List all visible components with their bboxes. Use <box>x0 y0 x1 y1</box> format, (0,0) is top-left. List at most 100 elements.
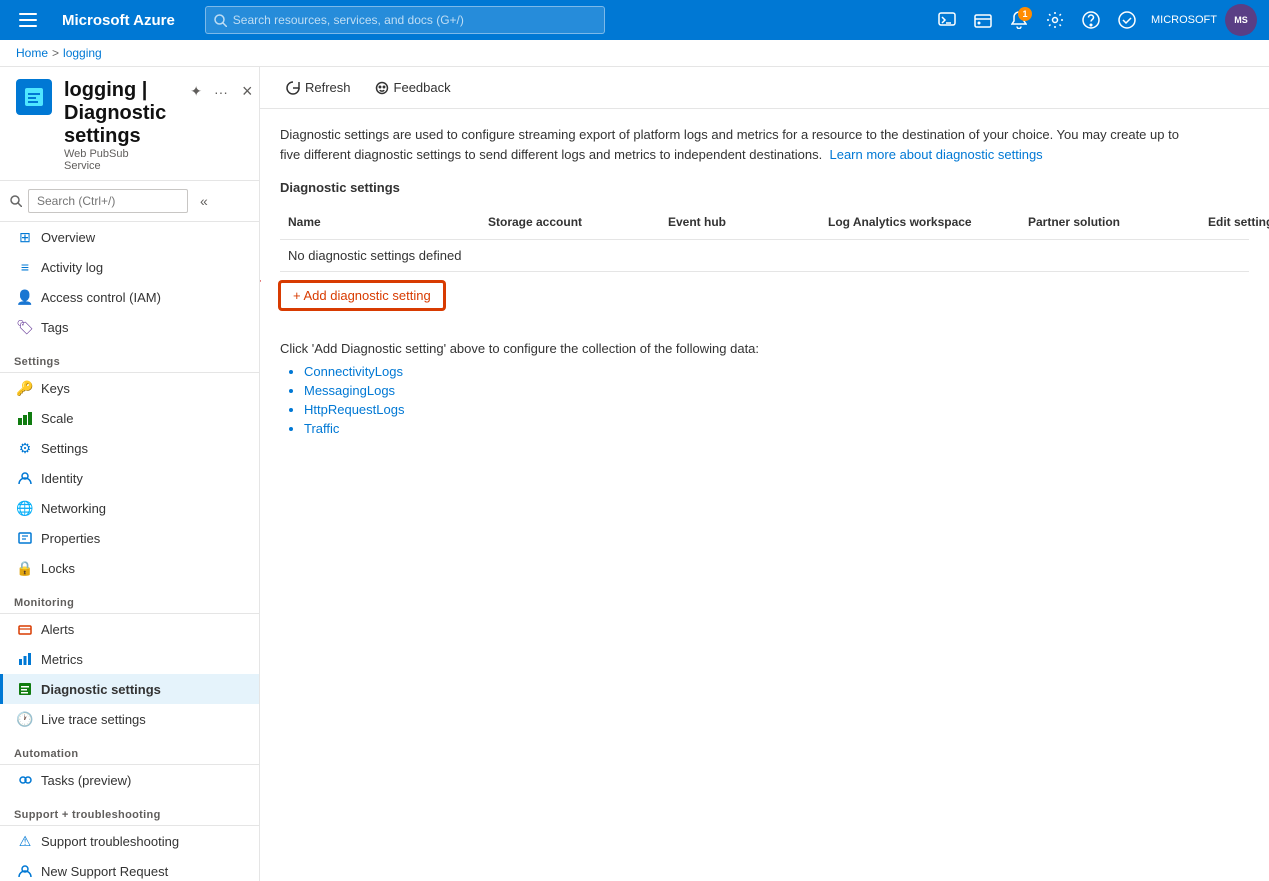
col-event-hub: Event hub <box>660 211 820 233</box>
add-diagnostic-button[interactable]: + Add diagnostic setting <box>280 282 444 309</box>
data-item-traffic: Traffic <box>304 421 1249 436</box>
sidebar-item-scale[interactable]: Scale <box>0 403 259 433</box>
sidebar-item-label: Tasks (preview) <box>41 773 131 788</box>
iam-icon: 👤 <box>17 289 33 305</box>
col-name: Name <box>280 211 480 233</box>
global-search[interactable]: Search resources, services, and docs (G+… <box>205 6 605 34</box>
keys-icon: 🔑 <box>17 380 33 396</box>
sidebar-item-label: Alerts <box>41 622 74 637</box>
sidebar-item-label: Metrics <box>41 652 83 667</box>
hamburger-menu-icon[interactable] <box>12 4 44 36</box>
search-placeholder: Search resources, services, and docs (G+… <box>233 13 464 27</box>
data-items-list: ConnectivityLogs MessagingLogs HttpReque… <box>304 364 1249 436</box>
sidebar-item-properties[interactable]: Properties <box>0 523 259 553</box>
sidebar-item-overview[interactable]: ⊞ Overview <box>0 222 259 252</box>
sidebar-item-label: Overview <box>41 230 95 245</box>
sidebar-search-input[interactable] <box>28 189 188 213</box>
table-header: Name Storage account Event hub Log Analy… <box>280 205 1249 240</box>
automation-section-header: Automation <box>0 738 259 765</box>
alerts-icon <box>17 621 33 637</box>
support-icon: ⚠ <box>17 833 33 849</box>
data-item-messaging: MessagingLogs <box>304 383 1249 398</box>
locks-icon: 🔒 <box>17 560 33 576</box>
sidebar-item-label: New Support Request <box>41 864 168 879</box>
refresh-button[interactable]: Refresh <box>276 75 361 100</box>
sidebar-item-alerts[interactable]: Alerts <box>0 614 259 644</box>
sidebar-item-metrics[interactable]: Metrics <box>0 644 259 674</box>
breadcrumb: Home > logging <box>0 40 1269 67</box>
sidebar: logging | Diagnostic settings Web PubSub… <box>0 67 260 881</box>
sidebar-item-label: Diagnostic settings <box>41 682 161 697</box>
sidebar-item-label: Networking <box>41 501 106 516</box>
top-navigation: Microsoft Azure Search resources, servic… <box>0 0 1269 40</box>
cloud-shell-icon[interactable] <box>931 4 963 36</box>
settings-section-header: Settings <box>0 346 259 373</box>
feedback-icon[interactable] <box>1111 4 1143 36</box>
sidebar-item-support-troubleshooting[interactable]: ⚠ Support troubleshooting <box>0 826 259 856</box>
no-data-row: No diagnostic settings defined <box>280 240 1249 272</box>
content-area: Refresh Feedback Diagnostic settings are… <box>260 67 1269 881</box>
sidebar-item-networking[interactable]: 🌐 Networking <box>0 493 259 523</box>
live-trace-icon: 🕐 <box>17 711 33 727</box>
learn-more-link[interactable]: Learn more about diagnostic settings <box>829 147 1042 162</box>
feedback-button[interactable]: Feedback <box>365 75 461 100</box>
breadcrumb-current[interactable]: logging <box>63 46 102 60</box>
new-support-icon <box>17 863 33 879</box>
sidebar-item-activity-log[interactable]: ≡ Activity log <box>0 252 259 282</box>
sidebar-item-label: Identity <box>41 471 83 486</box>
sidebar-item-label: Properties <box>41 531 100 546</box>
networking-icon: 🌐 <box>17 500 33 516</box>
settings-icon[interactable] <box>1039 4 1071 36</box>
sidebar-item-diagnostic-settings[interactable]: Diagnostic settings <box>0 674 259 704</box>
sidebar-item-label: Access control (IAM) <box>41 290 161 305</box>
close-button[interactable]: × <box>236 79 259 104</box>
sidebar-item-label: Live trace settings <box>41 712 146 727</box>
description-text: Diagnostic settings are used to configur… <box>280 125 1180 164</box>
sidebar-collapse-button[interactable]: « <box>194 191 214 211</box>
page-subtitle: Web PubSub Service <box>64 148 166 172</box>
activity-log-icon: ≡ <box>17 259 33 275</box>
sidebar-item-tasks[interactable]: Tasks (preview) <box>0 765 259 795</box>
support-section-header: Support + troubleshooting <box>0 799 259 826</box>
col-partner: Partner solution <box>1020 211 1200 233</box>
avatar[interactable]: MS <box>1225 4 1257 36</box>
directory-icon[interactable] <box>967 4 999 36</box>
section-title: Diagnostic settings <box>280 180 1249 195</box>
notifications-icon[interactable]: 1 <box>1003 4 1035 36</box>
content-body: Diagnostic settings are used to configur… <box>260 109 1269 881</box>
sidebar-item-tags[interactable]: 🏷 Tags <box>0 312 259 342</box>
resource-icon <box>16 79 52 115</box>
sidebar-item-label: Locks <box>41 561 75 576</box>
notification-count: 1 <box>1018 7 1032 21</box>
data-item-connectivity: ConnectivityLogs <box>304 364 1249 379</box>
data-item-httprequest: HttpRequestLogs <box>304 402 1249 417</box>
svg-text:MS: MS <box>1234 15 1248 25</box>
col-log-analytics: Log Analytics workspace <box>820 211 1020 233</box>
breadcrumb-home[interactable]: Home <box>16 46 48 60</box>
click-instruction: Click 'Add Diagnostic setting' above to … <box>280 341 1249 356</box>
sidebar-item-locks[interactable]: 🔒 Locks <box>0 553 259 583</box>
sidebar-search-container: « <box>0 181 259 222</box>
sidebar-item-settings[interactable]: ⚙ Settings <box>0 433 259 463</box>
col-storage: Storage account <box>480 211 660 233</box>
tags-icon: 🏷 <box>17 319 33 335</box>
sidebar-item-live-trace[interactable]: 🕐 Live trace settings <box>0 704 259 734</box>
col-edit: Edit setting <box>1200 211 1269 233</box>
sidebar-item-identity[interactable]: Identity <box>0 463 259 493</box>
page-header: logging | Diagnostic settings Web PubSub… <box>0 67 259 181</box>
sidebar-item-keys[interactable]: 🔑 Keys <box>0 373 259 403</box>
sidebar-item-label: Tags <box>41 320 68 335</box>
identity-icon <box>17 470 33 486</box>
sidebar-item-label: Activity log <box>41 260 103 275</box>
more-button[interactable]: ··· <box>210 82 232 102</box>
pin-button[interactable]: ✦ <box>186 81 206 102</box>
properties-icon <box>17 530 33 546</box>
sidebar-item-label: Keys <box>41 381 70 396</box>
sidebar-item-label: Support troubleshooting <box>41 834 179 849</box>
add-button-container: + Add diagnostic setting <box>280 282 444 309</box>
sidebar-nav: ⊞ Overview ≡ Activity log 👤 Access contr… <box>0 222 259 881</box>
username-label: MICROSOFT <box>1151 14 1217 26</box>
sidebar-item-iam[interactable]: 👤 Access control (IAM) <box>0 282 259 312</box>
sidebar-item-new-support-request[interactable]: New Support Request <box>0 856 259 881</box>
help-icon[interactable] <box>1075 4 1107 36</box>
